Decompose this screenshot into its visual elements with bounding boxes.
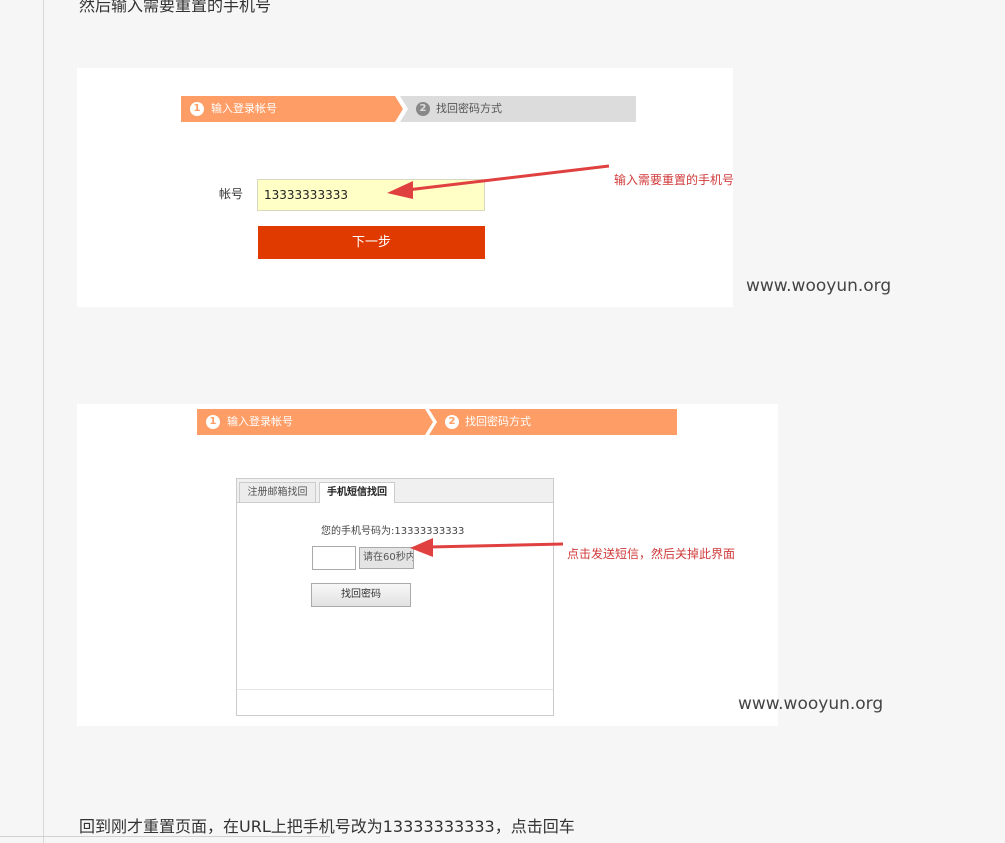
watermark-2: www.wooyun.org bbox=[738, 694, 884, 714]
content-left-border bbox=[43, 0, 44, 843]
annotation-enter-phone: 输入需要重置的手机号 bbox=[614, 173, 735, 187]
outro-paragraph: 回到刚才重置页面，在URL上把手机号改为13333333333，点击回车 bbox=[79, 817, 575, 836]
annotation-send-sms: 点击发送短信，然后关掉此界面 bbox=[567, 547, 736, 561]
screenshot-recover-method: 1 输入登录帐号 2 找回密码方式 注册邮箱找回 手机短信找回 您的手机号码为:… bbox=[77, 404, 778, 726]
annotation-arrow-icon bbox=[410, 538, 564, 557]
bottom-divider bbox=[0, 836, 330, 837]
screenshot-enter-account: 1 输入登录帐号 2 找回密码方式 帐号 下一步 输入需要重置的手机号 bbox=[77, 68, 735, 307]
watermark-1: www.wooyun.org bbox=[746, 276, 892, 296]
intro-paragraph: 然后输入需要重置的手机号 bbox=[79, 0, 272, 15]
